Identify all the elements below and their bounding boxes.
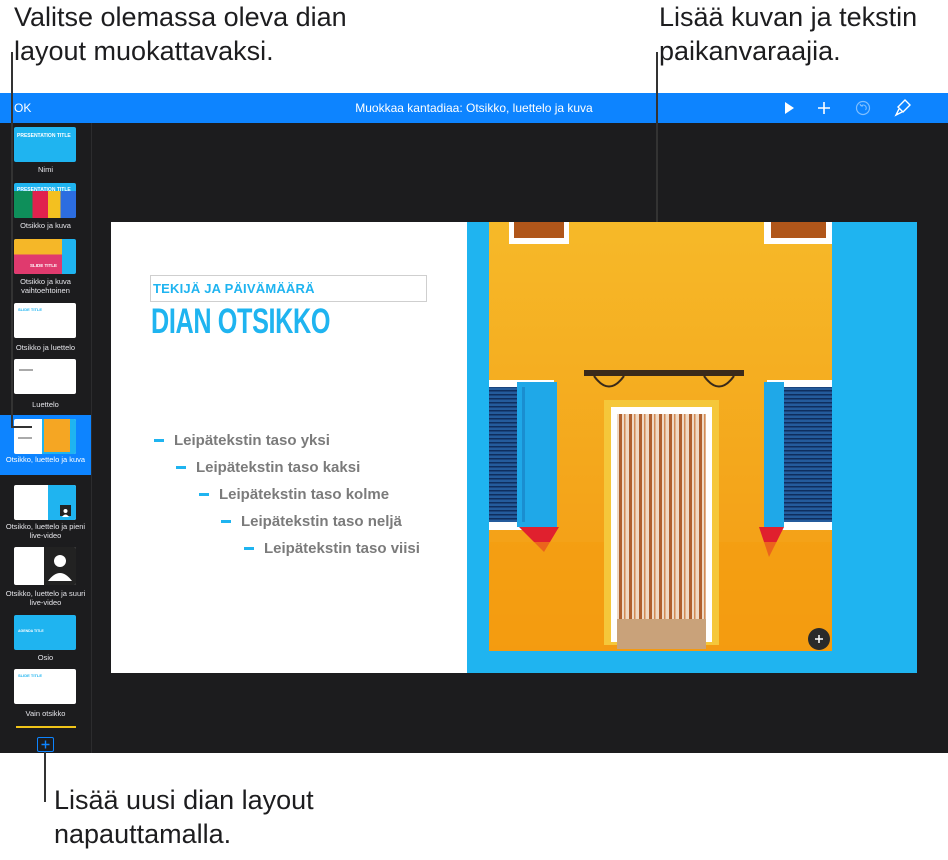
layout-thumbnail[interactable]: Otsikko, luettelo ja pieni live-video	[0, 481, 91, 541]
layout-thumbnail[interactable]: SLIDE TITLE Vain otsikko	[0, 669, 91, 728]
thumbnail-title: SLIDE TITLE	[18, 307, 42, 312]
layout-thumbnail-selected[interactable]: Otsikko, luettelo ja kuva	[0, 415, 91, 475]
thumbnail-preview: SLIDE TITLE	[14, 239, 76, 274]
thumbnail-preview	[14, 359, 76, 394]
author-placeholder[interactable]: TEKIJÄ JA PÄIVÄMÄÄRÄ	[153, 281, 315, 296]
layout-thumbnail[interactable]: PRESENTATION TITLE Otsikko ja kuva	[0, 179, 91, 233]
thumbnail-line	[18, 437, 32, 439]
window-title: Muokkaa kantadiaa: Otsikko, luettelo ja …	[355, 101, 593, 115]
play-icon[interactable]	[778, 97, 800, 119]
bullet-level-5[interactable]: Leipätekstin taso viisi	[244, 540, 420, 557]
layout-name: Vain otsikko	[25, 709, 66, 718]
slide[interactable]: TEKIJÄ JA PÄIVÄMÄÄRÄ DIAN OTSIKKO Leipät…	[111, 222, 917, 673]
leader-line	[11, 52, 13, 427]
bullet-text: Leipätekstin taso neljä	[241, 513, 402, 530]
bullet-dash	[154, 438, 164, 442]
layout-name: Otsikko ja kuva vaihtoehtoinen	[20, 277, 71, 295]
format-brush-icon[interactable]	[892, 97, 914, 119]
bullet-level-2[interactable]: Leipätekstin taso kaksi	[176, 459, 360, 476]
image-placeholder[interactable]	[489, 222, 832, 651]
callout-line: layout muokattavaksi.	[14, 36, 274, 66]
bullet-text: Leipätekstin taso viisi	[264, 540, 420, 557]
layout-thumbnail[interactable]: AGENDA TITLE Osio	[0, 611, 91, 665]
house-photo	[489, 222, 832, 651]
layout-name: Otsikko, luettelo ja suuri live-video	[5, 589, 86, 607]
leader-line	[44, 752, 46, 802]
callout-add-layout: Lisää uusi dian layout napauttamalla.	[54, 783, 314, 851]
leader-line	[656, 52, 658, 222]
bullet-text: Leipätekstin taso yksi	[174, 432, 330, 449]
layout-name: Nimi	[38, 165, 53, 174]
thumbnail-title: SLIDE TITLE	[18, 673, 42, 678]
callout-line: napauttamalla.	[54, 819, 232, 849]
add-icon	[815, 635, 823, 643]
layout-thumbnail[interactable]: SLIDE TITLE Otsikko ja kuva vaihtoehtoin…	[0, 235, 91, 297]
person-icon	[60, 505, 71, 517]
callout-select-layout: Valitse olemassa oleva dian layout muoka…	[14, 0, 347, 68]
thumbnail-preview: SLIDE TITLE	[14, 303, 76, 338]
thumbnail-preview: AGENDA TITLE	[14, 615, 76, 650]
add-icon[interactable]	[813, 97, 835, 119]
undo-icon[interactable]	[852, 97, 874, 119]
layout-thumbnail[interactable]: PRESENTATION TITLE Nimi	[0, 123, 91, 177]
layout-name: Otsikko ja kuva	[20, 221, 71, 230]
thumbnail-panel	[44, 547, 76, 585]
layout-thumbnail[interactable]: Otsikko, luettelo ja suuri live-video	[0, 543, 91, 607]
callout-line: Valitse olemassa oleva dian	[14, 2, 347, 32]
layout-name: Otsikko, luettelo ja pieni live-video	[5, 522, 86, 540]
layout-name: Otsikko ja luettelo	[15, 343, 76, 352]
thumbnail-image	[44, 419, 70, 452]
layout-name: Osio	[37, 653, 54, 662]
thumbnail-preview	[14, 485, 76, 520]
bullet-dash	[176, 465, 186, 469]
thumbnail-image	[14, 239, 62, 274]
thumbnail-preview: PRESENTATION TITLE	[14, 127, 76, 162]
layout-sidebar: PRESENTATION TITLE Nimi PRESENTATION TIT…	[0, 123, 92, 753]
bullet-level-4[interactable]: Leipätekstin taso neljä	[221, 513, 402, 530]
insertion-line	[16, 726, 76, 728]
bullet-text: Leipätekstin taso kolme	[219, 486, 390, 503]
add-icon	[41, 740, 50, 749]
bullet-dash	[244, 546, 254, 550]
callout-line: Lisää kuvan ja tekstin	[659, 2, 918, 32]
add-layout-button[interactable]	[37, 737, 54, 752]
callout-line: Lisää uusi dian layout	[54, 785, 314, 815]
bullet-level-3[interactable]: Leipätekstin taso kolme	[199, 486, 389, 503]
layout-thumbnail[interactable]: Luettelo	[0, 355, 91, 409]
bullet-dash	[199, 492, 209, 496]
thumbnail-image	[14, 191, 76, 218]
bullet-dash	[221, 519, 231, 523]
layout-thumbnail[interactable]: SLIDE TITLE Otsikko ja luettelo	[0, 299, 91, 353]
callout-add-placeholders: Lisää kuvan ja tekstin paikanvaraajia.	[659, 0, 917, 68]
thumbnail-preview	[14, 547, 76, 585]
thumbnail-preview	[14, 419, 76, 454]
thumbnail-title: AGENDA TITLE	[18, 629, 44, 633]
thumbnail-line	[19, 369, 33, 371]
callout-line: paikanvaraajia.	[659, 36, 841, 66]
add-image-button[interactable]	[808, 628, 830, 650]
person-icon	[48, 555, 72, 581]
toolbar: OK Muokkaa kantadiaa: Otsikko, luettelo …	[0, 93, 948, 123]
thumbnail-preview: SLIDE TITLE	[14, 669, 76, 704]
bullet-level-1[interactable]: Leipätekstin taso yksi	[154, 432, 330, 449]
bullet-text: Leipätekstin taso kaksi	[196, 459, 361, 476]
thumbnail-title: PRESENTATION TITLE	[17, 187, 71, 193]
keynote-app: OK Muokkaa kantadiaa: Otsikko, luettelo …	[0, 93, 948, 753]
layout-name: Luettelo	[32, 400, 59, 409]
thumbnail-title: PRESENTATION TITLE	[17, 133, 71, 139]
slide-canvas: TEKIJÄ JA PÄIVÄMÄÄRÄ DIAN OTSIKKO Leipät…	[92, 123, 948, 753]
leader-line	[11, 426, 32, 428]
layout-name: Otsikko, luettelo ja kuva	[5, 455, 86, 464]
thumbnail-title: SLIDE TITLE	[30, 263, 57, 268]
thumbnail-preview: PRESENTATION TITLE	[14, 183, 76, 218]
slide-title[interactable]: DIAN OTSIKKO	[151, 302, 330, 342]
